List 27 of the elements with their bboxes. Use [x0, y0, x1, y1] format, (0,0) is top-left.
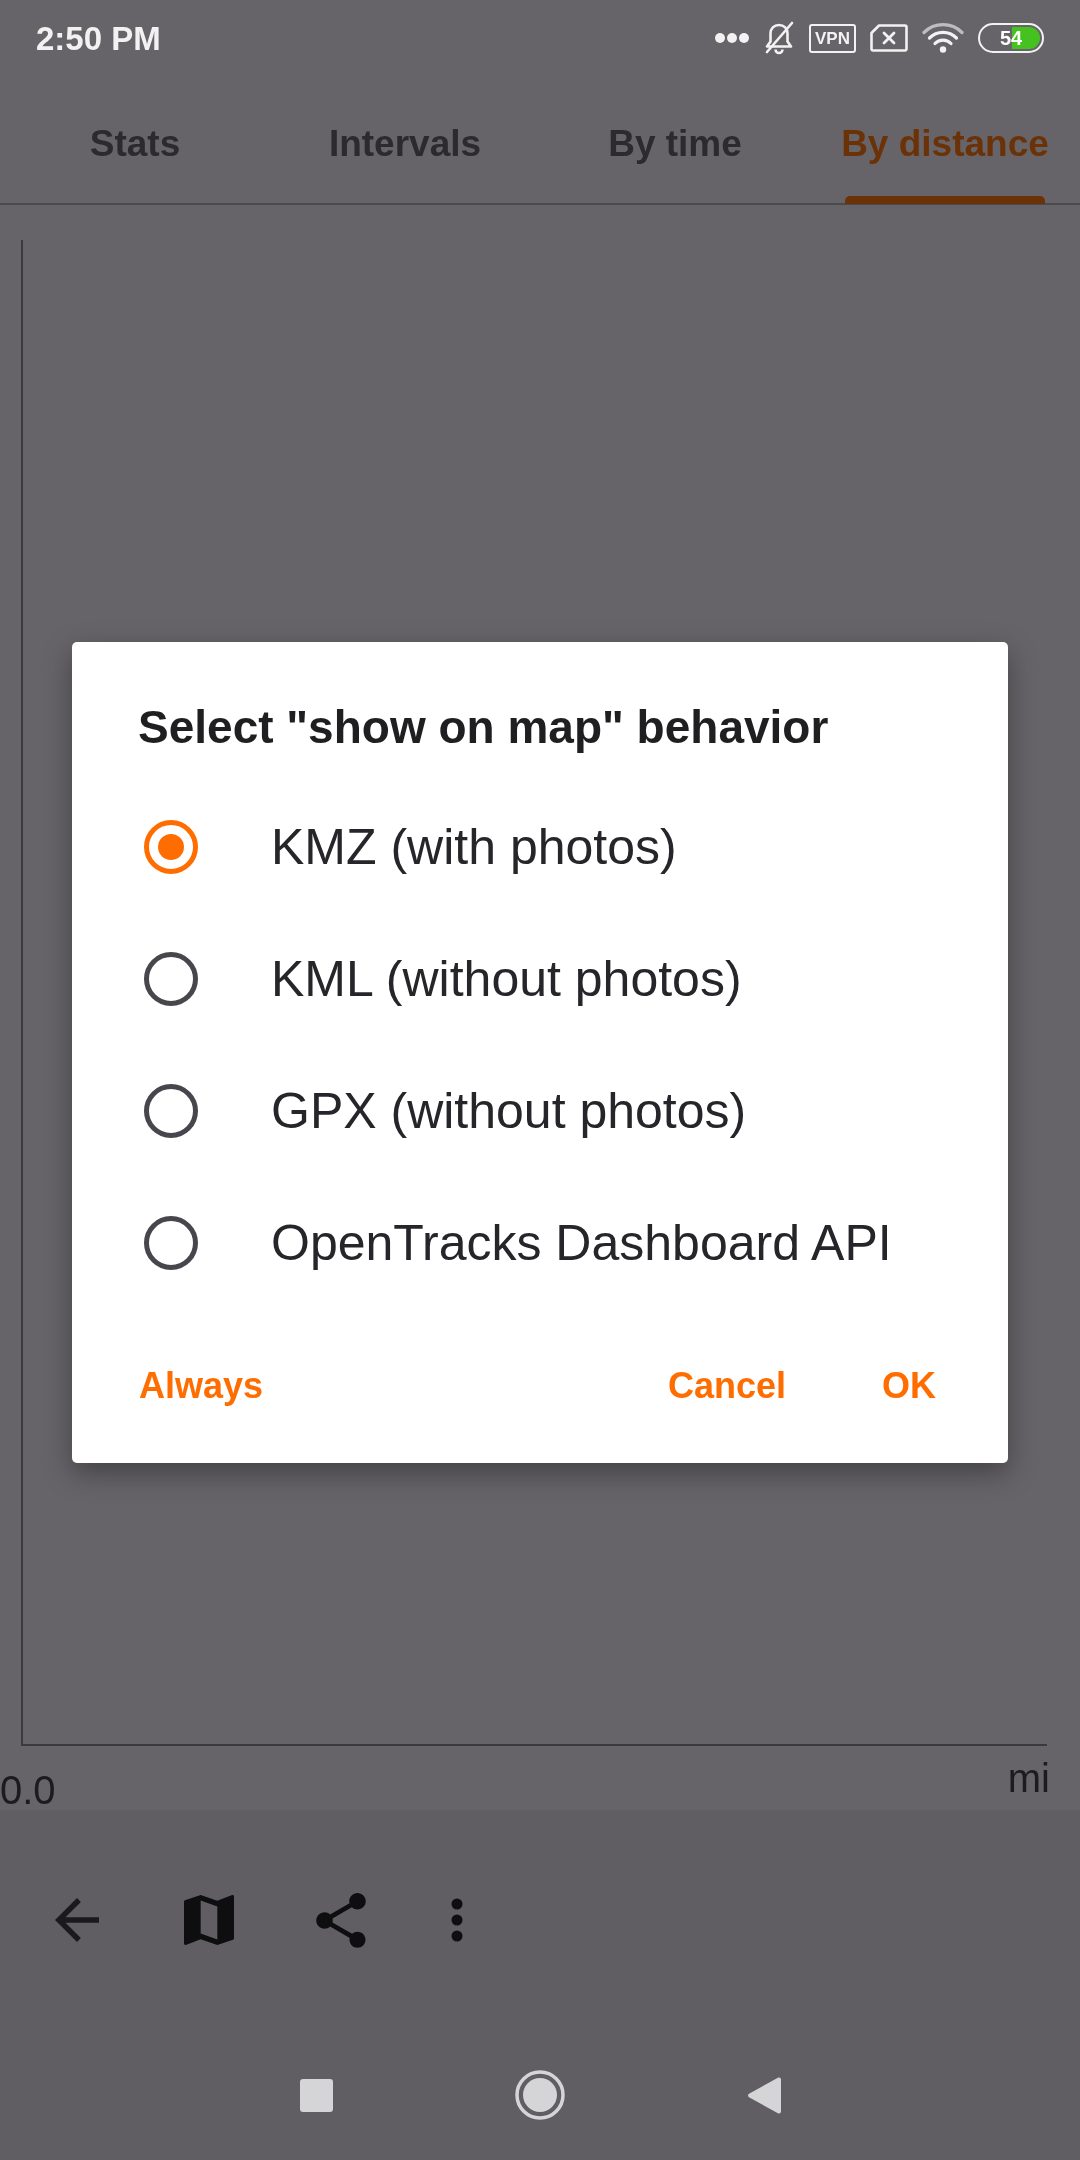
radio-option[interactable]: KML (without photos): [72, 913, 1008, 1046]
x-axis-unit-label: mi: [1007, 1758, 1050, 1798]
map-icon: [184, 1895, 234, 1945]
wifi-icon: [922, 23, 964, 53]
vpn-indicator: VPN: [809, 23, 856, 53]
radio-option[interactable]: KMZ (with photos): [72, 781, 1008, 914]
radio-option[interactable]: GPX (without photos): [72, 1045, 1008, 1178]
bell-off-icon: [763, 21, 796, 55]
tab[interactable]: Intervals: [270, 76, 540, 203]
dialog-button[interactable]: OK: [858, 1354, 960, 1419]
circle-icon: [515, 2070, 565, 2120]
x-axis-start-label: 0.0: [0, 1770, 56, 1810]
dialog-button[interactable]: Always: [115, 1354, 288, 1419]
square-icon: [299, 2078, 333, 2112]
sim-card-x-icon: [870, 24, 908, 52]
tab[interactable]: By time: [540, 76, 810, 203]
more-vertical-icon: [451, 1898, 463, 1942]
dialog-button[interactable]: Cancel: [643, 1354, 810, 1419]
radio-option[interactable]: OpenTracks Dashboard API: [72, 1177, 1008, 1310]
tab[interactable]: Stats: [0, 76, 270, 203]
dialog-title: Select "show on map" behavior: [137, 700, 830, 755]
share-icon: [316, 1892, 366, 1948]
triangle-icon: [747, 2076, 781, 2114]
status-time: 2:50 PM: [36, 21, 161, 55]
more-notifications-icon: [715, 33, 750, 43]
tab[interactable]: By distance: [810, 76, 1080, 203]
back-arrow-icon: [55, 1898, 99, 1942]
